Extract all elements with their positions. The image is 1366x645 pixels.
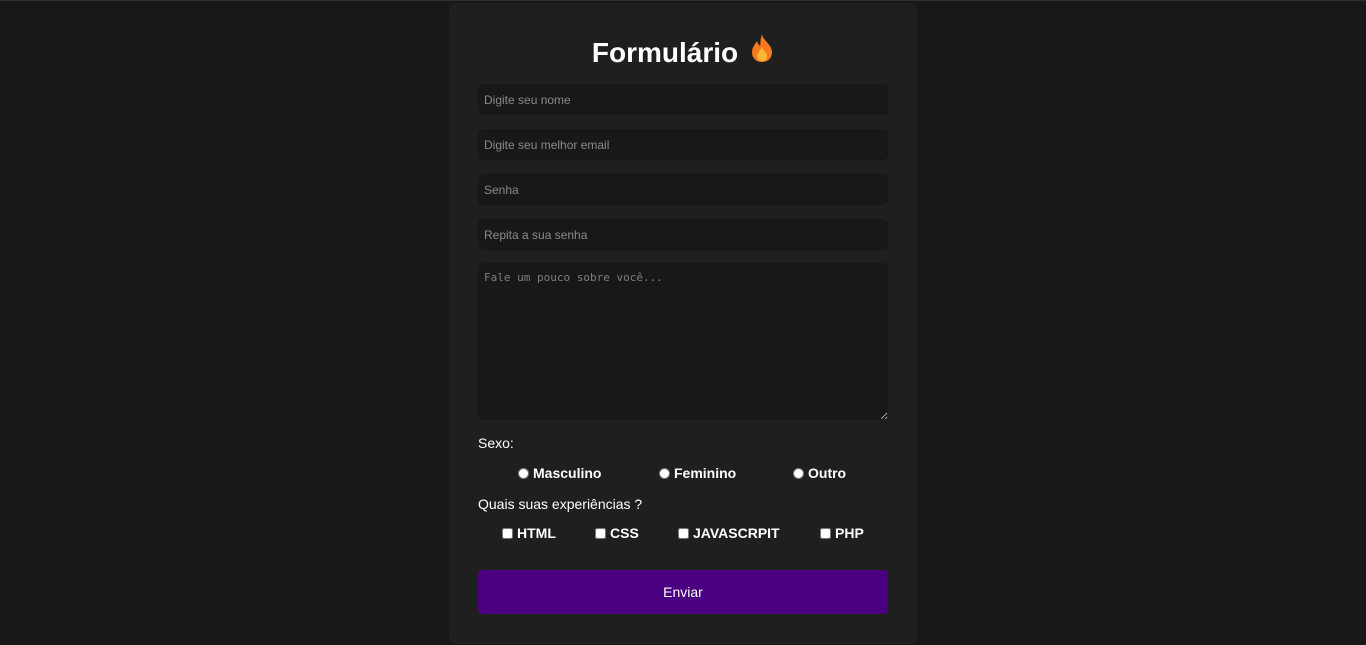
checkbox-option-php[interactable]: PHP (820, 525, 864, 541)
checkbox-html[interactable] (502, 527, 513, 539)
checkbox-label-html: HTML (517, 525, 556, 541)
form-header: Formulário (449, 34, 917, 70)
page: Formulário Sexo: Masculino Feminino Outr… (0, 0, 1366, 645)
radio-feminino[interactable] (659, 467, 670, 479)
checkbox-option-html[interactable]: HTML (502, 525, 556, 541)
checkbox-php[interactable] (820, 527, 831, 539)
repeat-password-input[interactable] (478, 219, 888, 250)
form-card: Formulário Sexo: Masculino Feminino Outr… (449, 3, 917, 644)
experience-label: Quais suas experiências ? (478, 496, 643, 512)
checkbox-label-php: PHP (835, 525, 864, 541)
radio-masculino[interactable] (518, 467, 529, 479)
sex-label: Sexo: (478, 435, 514, 451)
radio-option-feminino[interactable]: Feminino (659, 465, 736, 481)
radio-label-feminino: Feminino (674, 465, 737, 481)
checkbox-label-javascript: JAVASCRPIT (693, 525, 780, 541)
name-input[interactable] (478, 84, 888, 115)
radio-label-masculino: Masculino (533, 465, 602, 481)
checkbox-option-css[interactable]: CSS (595, 525, 639, 541)
checkbox-label-css: CSS (610, 525, 639, 541)
radio-option-outro[interactable]: Outro (793, 465, 846, 481)
password-input[interactable] (478, 174, 888, 205)
about-textarea[interactable] (478, 263, 888, 420)
page-title: Formulário (591, 37, 739, 68)
radio-label-outro: Outro (808, 465, 847, 481)
submit-button[interactable]: Enviar (478, 570, 888, 614)
fire-icon (750, 33, 774, 70)
checkbox-option-javascript[interactable]: JAVASCRPIT (678, 525, 780, 541)
email-input[interactable] (478, 129, 888, 160)
checkbox-javascript[interactable] (678, 527, 689, 539)
radio-option-masculino[interactable]: Masculino (518, 465, 601, 481)
checkbox-css[interactable] (595, 527, 606, 539)
radio-outro[interactable] (793, 467, 804, 479)
